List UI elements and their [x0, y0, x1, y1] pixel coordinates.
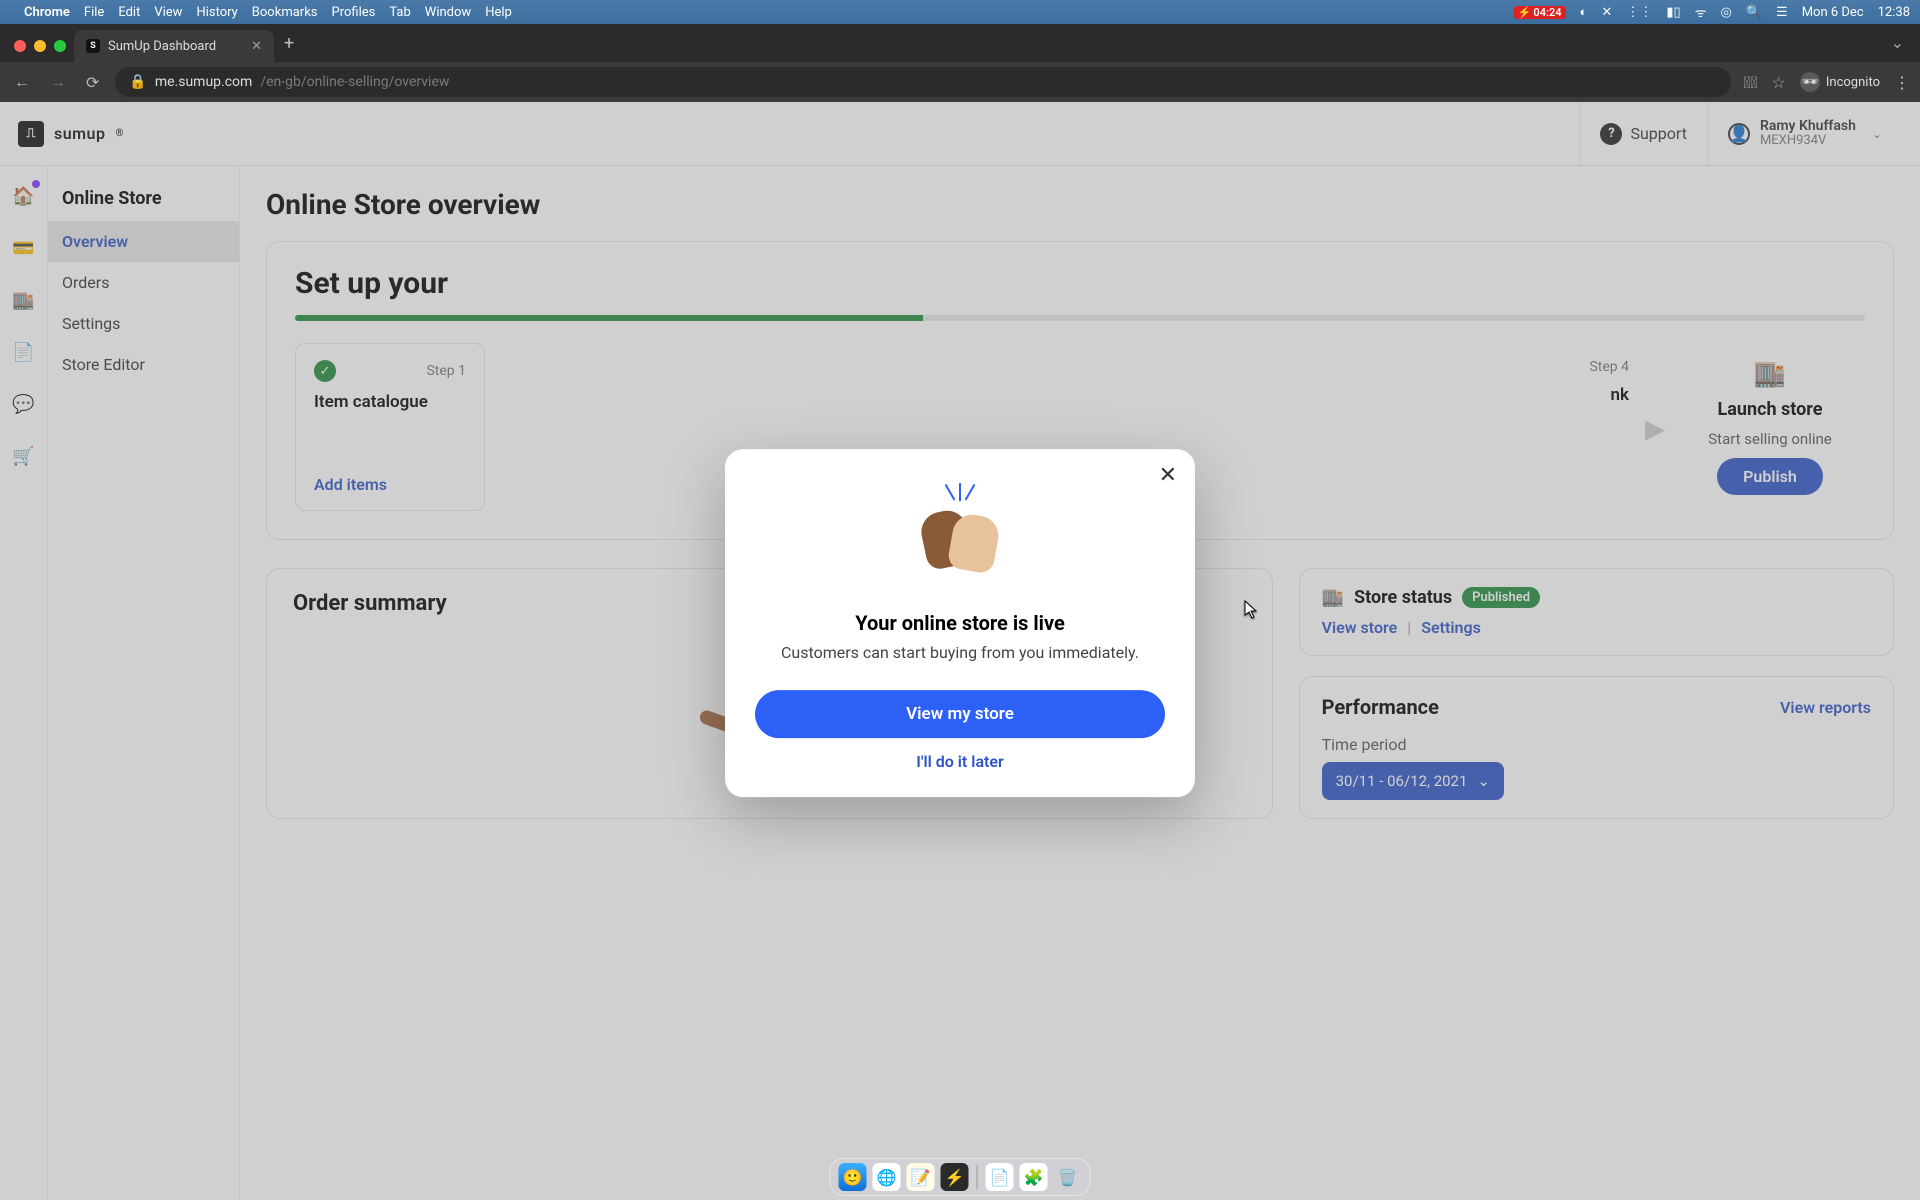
dock-chrome-icon[interactable]: 🌐 [873, 1163, 901, 1191]
menubar-item[interactable]: Bookmarks [252, 5, 318, 20]
menubar-item[interactable]: File [84, 5, 104, 20]
browser-tab[interactable]: S SumUp Dashboard ✕ [74, 30, 274, 62]
url-host: me.sumup.com [155, 74, 252, 90]
battery-icon[interactable]: ▮▯ [1666, 5, 1680, 20]
forward-button[interactable]: → [46, 70, 70, 94]
url-path: /en-gb/online-selling/overview [260, 74, 449, 90]
store-live-modal: ✕ Your online store is live Customers ca… [725, 449, 1195, 797]
dock-app-icon[interactable]: 🧩 [1020, 1163, 1048, 1191]
status-icon[interactable]: ⋮⋮ [1626, 5, 1652, 20]
dock-separator [977, 1165, 978, 1189]
view-my-store-button[interactable]: View my store [755, 690, 1165, 738]
back-button[interactable]: ← [10, 70, 34, 94]
menubar-app[interactable]: Chrome [24, 5, 70, 20]
clap-illustration [915, 485, 1005, 585]
modal-title: Your online store is live [855, 611, 1065, 635]
dock-notes-icon[interactable]: 📝 [907, 1163, 935, 1191]
close-modal-button[interactable]: ✕ [1159, 463, 1177, 488]
fullscreen-window-button[interactable] [54, 40, 66, 52]
macos-dock: 🙂 🌐 📝 ⚡ 📄 🧩 🗑️ [830, 1158, 1091, 1196]
lock-icon: 🔒 [129, 74, 146, 90]
tab-title: SumUp Dashboard [108, 39, 216, 54]
reload-button[interactable]: ⟳ [82, 71, 103, 94]
menubar-item[interactable]: View [154, 5, 182, 20]
tab-strip: S SumUp Dashboard ✕ + ⌄ [0, 24, 1920, 62]
app-viewport: ⎍ sumup® ? Support 👤 Ramy Khuffash MEXH9… [0, 102, 1920, 1200]
modal-body: Customers can start buying from you imme… [781, 643, 1139, 662]
wifi-icon[interactable]: ᯤ [1695, 3, 1707, 21]
battery-status-icon[interactable]: ⚡04:24 [1514, 6, 1566, 19]
close-window-button[interactable] [14, 40, 26, 52]
macos-menubar: Chrome File Edit View History Bookmarks … [0, 0, 1920, 24]
spotlight-icon[interactable]: 🔍 [1746, 5, 1762, 20]
tab-overflow-icon[interactable]: ⌄ [1883, 33, 1912, 62]
menubar-time[interactable]: 12:38 [1878, 5, 1910, 20]
menubar-item[interactable]: Profiles [332, 5, 376, 20]
menubar-item[interactable]: Help [485, 5, 512, 20]
incognito-label: Incognito [1826, 75, 1880, 90]
dock-trash-icon[interactable]: 🗑️ [1054, 1163, 1082, 1191]
control-center-icon[interactable]: ☰ [1776, 5, 1788, 20]
incognito-icon: 🕶 [1800, 72, 1820, 92]
address-bar[interactable]: 🔒 me.sumup.com/en-gb/online-selling/over… [115, 67, 1731, 97]
menubar-date[interactable]: Mon 6 Dec [1802, 5, 1864, 20]
dock-finder-icon[interactable]: 🙂 [839, 1163, 867, 1191]
menubar-item[interactable]: Edit [118, 5, 140, 20]
tracking-icon[interactable]: 👁̸ [1743, 73, 1757, 92]
status-icon[interactable]: ◎ [1721, 5, 1732, 20]
do-it-later-button[interactable]: I'll do it later [916, 752, 1004, 771]
menubar-item[interactable]: History [196, 5, 237, 20]
browser-window: S SumUp Dashboard ✕ + ⌄ ← → ⟳ 🔒 me.sumup… [0, 24, 1920, 1200]
dock-textedit-icon[interactable]: 📄 [986, 1163, 1014, 1191]
toolbar: ← → ⟳ 🔒 me.sumup.com/en-gb/online-sellin… [0, 62, 1920, 102]
incognito-indicator[interactable]: 🕶 Incognito [1800, 72, 1880, 92]
close-tab-icon[interactable]: ✕ [251, 39, 262, 54]
new-tab-button[interactable]: + [274, 33, 304, 62]
menubar-item[interactable]: Window [425, 5, 471, 20]
status-icon[interactable]: ◐ [1580, 4, 1588, 20]
browser-menu-icon[interactable]: ⋮ [1894, 73, 1910, 92]
menubar-item[interactable]: Tab [389, 5, 410, 20]
bookmark-icon[interactable]: ☆ [1772, 73, 1786, 92]
favicon-icon: S [86, 39, 100, 53]
minimize-window-button[interactable] [34, 40, 46, 52]
dock-app-icon[interactable]: ⚡ [941, 1163, 969, 1191]
window-controls [8, 40, 74, 62]
status-icon[interactable]: ✕ [1601, 5, 1612, 20]
